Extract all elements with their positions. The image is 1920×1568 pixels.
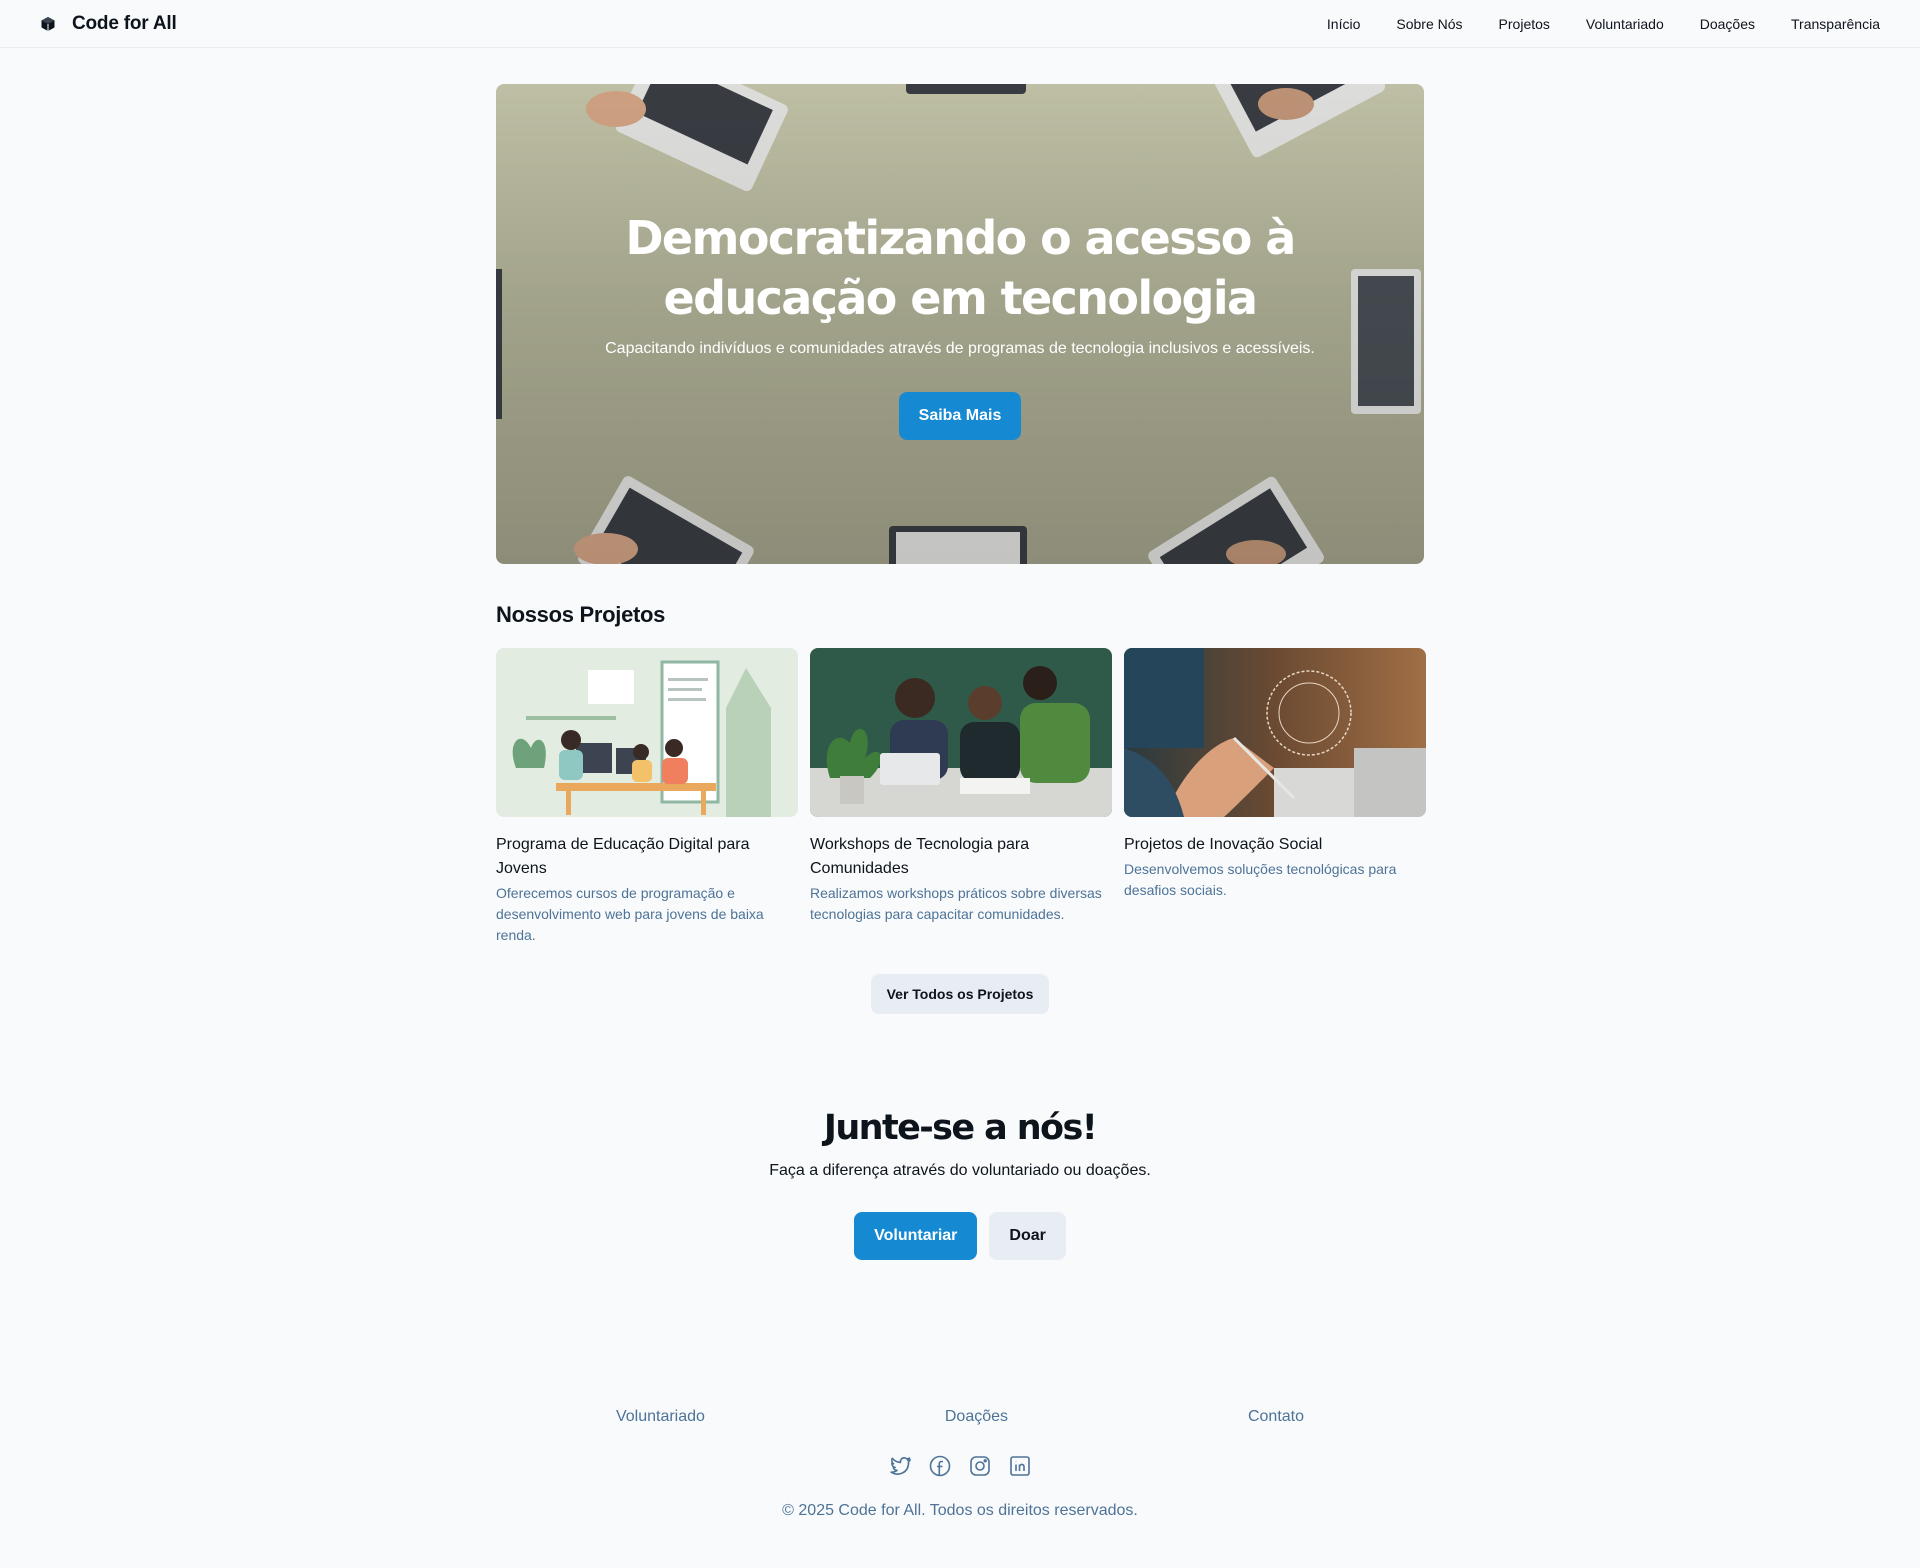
main-content: Democratizando o acesso à educação em te…: [496, 84, 1426, 1260]
project-title: Programa de Educação Digital para Jovens: [496, 836, 750, 877]
nav-item-sobre-nos[interactable]: Sobre Nós: [1396, 16, 1462, 32]
view-all-projects-button[interactable]: Ver Todos os Projetos: [870, 974, 1050, 1014]
twitter-icon[interactable]: [888, 1454, 912, 1478]
join-title: Junte-se a nós!: [823, 1108, 1098, 1148]
join-buttons: Voluntariar Doar: [496, 1212, 1424, 1260]
nav-item-projetos[interactable]: Projetos: [1499, 16, 1550, 32]
instagram-icon[interactable]: [968, 1454, 992, 1478]
nav-item-transparencia[interactable]: Transparência: [1791, 16, 1880, 32]
projects-section-title: Nossos Projetos: [496, 602, 666, 627]
project-description: Realizamos workshops práticos sobre dive…: [810, 885, 1102, 922]
site-header: Code for All Início Sobre Nós Projetos V…: [0, 0, 1920, 48]
project-card-digital-education[interactable]: Programa de Educação Digital para Jovens…: [496, 648, 798, 946]
project-card-tech-workshops[interactable]: Workshops de Tecnologia para Comunidades…: [810, 648, 1112, 946]
facebook-icon[interactable]: [928, 1454, 952, 1478]
social-links: [496, 1454, 1424, 1478]
site-footer: Voluntariado Doações Contato © 2025 Code…: [496, 1408, 1424, 1520]
view-all-row: Ver Todos os Projetos: [496, 946, 1424, 1014]
join-section: Junte-se a nós! Faça a diferença através…: [496, 1108, 1424, 1260]
cube-logo-icon: [41, 16, 55, 31]
linkedin-icon[interactable]: [1008, 1454, 1032, 1478]
footer-link-contato[interactable]: Contato: [1248, 1408, 1304, 1426]
nav-item-doacoes[interactable]: Doações: [1700, 16, 1755, 32]
hero-banner: Democratizando o acesso à educação em te…: [496, 84, 1424, 564]
project-title: Projetos de Inovação Social: [1124, 836, 1323, 853]
hero-content: Democratizando o acesso à educação em te…: [496, 84, 1424, 564]
footer-links: Voluntariado Doações Contato: [496, 1408, 1424, 1426]
hero-title: Democratizando o acesso à educação em te…: [625, 211, 1296, 325]
projects-grid: Programa de Educação Digital para Jovens…: [496, 648, 1426, 946]
copyright-text: © 2025 Code for All. Todos os direitos r…: [782, 1502, 1138, 1519]
nav-item-voluntariado[interactable]: Voluntariado: [1586, 16, 1664, 32]
footer-link-doacoes[interactable]: Doações: [945, 1408, 1008, 1426]
project-image-workshop-photo: [810, 648, 1112, 817]
nav-item-inicio[interactable]: Início: [1327, 16, 1360, 32]
brand-name: Code for All: [72, 12, 177, 34]
project-card-social-innovation[interactable]: Projetos de Inovação Social Desenvolvemo…: [1124, 648, 1426, 946]
project-description: Oferecemos cursos de programação e desen…: [496, 885, 764, 943]
project-title: Workshops de Tecnologia para Comunidades: [810, 836, 1030, 877]
footer-link-voluntariado[interactable]: Voluntariado: [616, 1408, 705, 1426]
main-nav: Início Sobre Nós Projetos Voluntariado D…: [1327, 16, 1880, 32]
brand[interactable]: Code for All: [40, 13, 177, 35]
learn-more-button[interactable]: Saiba Mais: [898, 392, 1022, 440]
join-subtitle: Faça a diferença através do voluntariado…: [769, 1162, 1151, 1179]
volunteer-button[interactable]: Voluntariar: [854, 1212, 978, 1260]
hero-subtitle: Capacitando indivíduos e comunidades atr…: [605, 340, 1315, 357]
donate-button[interactable]: Doar: [989, 1212, 1066, 1260]
project-description: Desenvolvemos soluções tecnológicas para…: [1124, 861, 1397, 898]
project-image-classroom-illustration: [496, 648, 798, 817]
project-image-social-innovation-photo: [1124, 648, 1426, 817]
